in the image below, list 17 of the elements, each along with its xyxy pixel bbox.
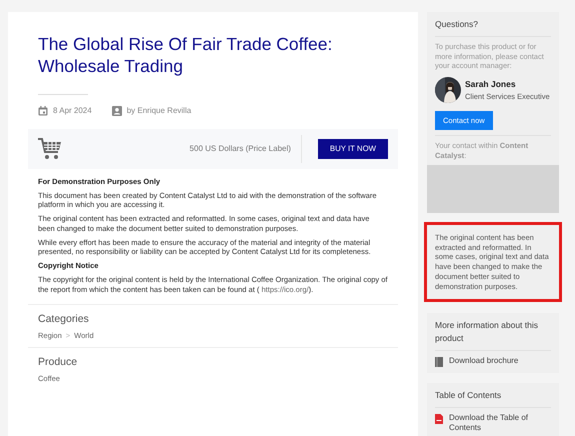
date-text: 8 Apr 2024 — [53, 104, 92, 117]
author-text: by Enrique Revilla — [126, 104, 192, 117]
pdf-icon — [435, 414, 443, 424]
article-title: The Global Rise Of Fair Trade Coffee: Wholesale Trading — [38, 33, 334, 78]
download-link[interactable]: Download brochure — [449, 356, 518, 367]
box-title: More information about this product — [435, 319, 539, 345]
box-title: Table of Contents — [435, 388, 502, 402]
person-icon — [112, 106, 122, 116]
person-name: Sarah Jones — [465, 78, 517, 91]
book-icon — [435, 356, 443, 367]
cart-icon — [38, 138, 62, 160]
box-title: Questions? — [435, 18, 479, 31]
download-link[interactable]: Download the Table of Contents — [449, 412, 551, 434]
section-heading: Produce — [38, 356, 78, 369]
section-heading: Categories — [38, 313, 90, 326]
calendar-icon — [38, 106, 48, 116]
price-label: 500 US Dollars (Price Label) — [190, 134, 302, 163]
